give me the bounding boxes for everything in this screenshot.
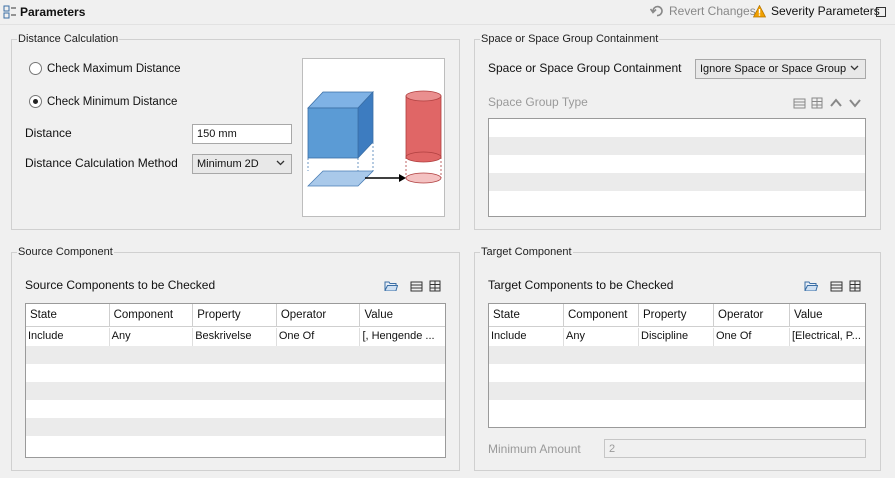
- cell-operator: One Of: [714, 328, 790, 346]
- chevron-down-icon: [276, 160, 285, 166]
- cell-state: Include: [26, 328, 110, 346]
- revert-changes-label: Revert Changes: [669, 4, 756, 18]
- distance-label: Distance: [25, 126, 72, 140]
- target-components-table[interactable]: State Component Property Operator Value …: [488, 303, 866, 428]
- add-row-icon[interactable]: [409, 279, 423, 293]
- space-containment-select[interactable]: Ignore Space or Space Group: [695, 59, 866, 79]
- group-title: Distance Calculation: [17, 32, 120, 46]
- distance-illustration: [302, 58, 445, 217]
- table-row: [26, 418, 445, 436]
- column-header-state[interactable]: State: [489, 304, 564, 326]
- table-row: [489, 400, 865, 418]
- table-row: [489, 346, 865, 364]
- minimum-amount-field[interactable]: 2: [604, 439, 866, 458]
- cell-state: Include: [489, 328, 564, 346]
- edit-table-icon[interactable]: [810, 96, 824, 110]
- table-row: [489, 382, 865, 400]
- column-header-value[interactable]: Value: [790, 304, 865, 326]
- table-row[interactable]: Include Any Beskrivelse One Of [, Hengen…: [26, 328, 445, 346]
- list-item: [489, 119, 865, 137]
- cell-component: Any: [110, 328, 194, 346]
- add-row-icon[interactable]: [829, 279, 843, 293]
- source-components-table[interactable]: State Component Property Operator Value …: [25, 303, 446, 458]
- space-group-type-list[interactable]: [488, 118, 866, 217]
- minimum-amount-label: Minimum Amount: [488, 442, 581, 456]
- list-item: [489, 155, 865, 173]
- table-row: [26, 400, 445, 418]
- column-header-operator[interactable]: Operator: [714, 304, 790, 326]
- open-folder-icon[interactable]: [804, 279, 818, 293]
- open-folder-icon[interactable]: [384, 279, 398, 293]
- target-components-title: Target Components to be Checked: [488, 278, 674, 292]
- table-row: [26, 346, 445, 364]
- column-header-operator[interactable]: Operator: [277, 304, 361, 326]
- distance-field[interactable]: 150 mm: [192, 124, 292, 144]
- selected-value: Ignore Space or Space Group: [700, 63, 847, 75]
- cube-cylinder-diagram: [307, 90, 442, 187]
- parameters-panel-icon: [3, 5, 16, 19]
- add-row-icon[interactable]: [792, 96, 806, 110]
- group-title: Space or Space Group Containment: [480, 32, 660, 46]
- table-header: State Component Property Operator Value: [26, 304, 445, 327]
- selected-value: Minimum 2D: [197, 158, 259, 170]
- column-header-property[interactable]: Property: [639, 304, 714, 326]
- chevron-down-icon: [850, 65, 859, 71]
- severity-parameters-label: Severity Parameters: [771, 4, 880, 18]
- table-row: [26, 382, 445, 400]
- group-title: Source Component: [17, 245, 114, 259]
- maximize-icon[interactable]: [876, 7, 886, 17]
- edit-table-icon[interactable]: [848, 279, 862, 293]
- check-maximum-distance-radio[interactable]: Check Maximum Distance: [29, 62, 181, 75]
- distance-calculation-method-label: Distance Calculation Method: [25, 156, 178, 170]
- table-row: [26, 364, 445, 382]
- radio-button[interactable]: [29, 62, 42, 75]
- warning-icon: [753, 4, 766, 17]
- column-header-value[interactable]: Value: [360, 304, 445, 326]
- space-containment-label: Space or Space Group Containment: [488, 61, 682, 75]
- group-title: Target Component: [480, 245, 573, 259]
- radio-button-selected[interactable]: [29, 95, 42, 108]
- column-header-component[interactable]: Component: [110, 304, 194, 326]
- cell-component: Any: [564, 328, 639, 346]
- radio-label: Check Maximum Distance: [47, 62, 181, 75]
- revert-icon: [650, 5, 663, 17]
- table-header: State Component Property Operator Value: [489, 304, 865, 327]
- revert-changes-button[interactable]: Revert Changes: [650, 4, 756, 18]
- cell-property: Discipline: [639, 328, 714, 346]
- page-title: Parameters: [20, 5, 86, 19]
- cell-value: [Electrical, P...: [792, 330, 861, 342]
- distance-calculation-method-select[interactable]: Minimum 2D: [192, 154, 292, 174]
- list-item: [489, 191, 865, 209]
- table-row: [26, 436, 445, 454]
- source-components-title: Source Components to be Checked: [25, 278, 216, 292]
- severity-parameters-button[interactable]: Severity Parameters: [753, 4, 880, 18]
- arrow-down-icon[interactable]: [848, 96, 862, 110]
- cell-property: Beskrivelse: [193, 328, 277, 346]
- check-minimum-distance-radio[interactable]: Check Minimum Distance: [29, 95, 177, 108]
- table-row[interactable]: Include Any Discipline One Of [Electrica…: [489, 328, 865, 346]
- space-group-type-label: Space Group Type: [488, 95, 588, 109]
- radio-label: Check Minimum Distance: [47, 95, 178, 108]
- cell-value: [, Hengende ...: [362, 330, 435, 342]
- parameters-header: Parameters Revert Changes Severity Param…: [0, 0, 895, 25]
- column-header-component[interactable]: Component: [564, 304, 639, 326]
- list-item: [489, 137, 865, 155]
- cell-operator: One Of: [277, 328, 361, 346]
- edit-table-icon[interactable]: [428, 279, 442, 293]
- list-item: [489, 173, 865, 191]
- arrow-up-icon[interactable]: [829, 96, 843, 110]
- table-row: [489, 364, 865, 382]
- column-header-state[interactable]: State: [26, 304, 110, 326]
- column-header-property[interactable]: Property: [193, 304, 277, 326]
